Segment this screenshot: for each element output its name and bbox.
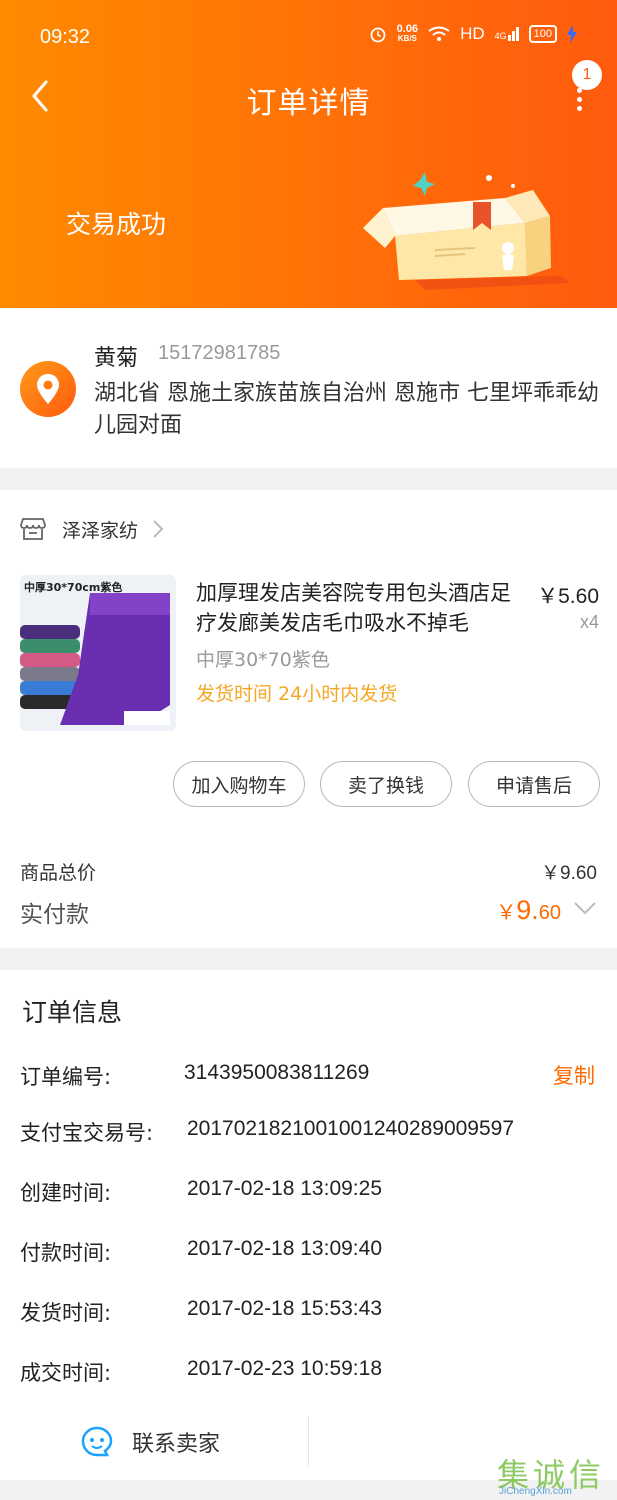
towel-image bbox=[20, 575, 176, 731]
contact-seller-button[interactable]: 联系卖家 bbox=[80, 1422, 220, 1462]
net-speed-value: 0.06 bbox=[396, 23, 419, 35]
package-box-illustration bbox=[363, 172, 570, 290]
order-number-label: 订单编号: bbox=[20, 1065, 112, 1089]
product-sku: 中厚30*70紫色 bbox=[196, 649, 330, 671]
receiver-phone: 15172981785 bbox=[158, 342, 281, 364]
completed-time-label: 成交时间: bbox=[20, 1361, 112, 1385]
charging-icon bbox=[567, 25, 577, 43]
chat-bubble-icon bbox=[81, 1426, 113, 1457]
shipped-time-label: 发货时间: bbox=[20, 1301, 112, 1325]
paid-amount-value[interactable]: ￥9.60 bbox=[496, 895, 561, 926]
created-time-value: 2017-02-18 13:09:25 bbox=[187, 1177, 382, 1200]
order-info-card bbox=[0, 970, 617, 1480]
chevron-right-icon bbox=[153, 520, 164, 538]
alipay-trade-no-label: 支付宝交易号: bbox=[20, 1121, 154, 1145]
more-menu-button[interactable] bbox=[569, 88, 589, 118]
wifi-icon bbox=[428, 26, 450, 41]
message-badge[interactable]: 1 bbox=[572, 60, 602, 90]
completed-time-value: 2017-02-23 10:59:18 bbox=[187, 1357, 382, 1380]
thumbnail-label: 中厚30*70cm紫色 bbox=[24, 581, 123, 594]
watermark-logo: 集诚信 JiChengXin.com bbox=[497, 1448, 617, 1500]
shipping-time: 发货时间 24小时内发货 bbox=[196, 683, 398, 705]
trade-status: 交易成功 bbox=[66, 210, 167, 239]
footer-divider bbox=[308, 1416, 309, 1466]
chevron-down-icon[interactable] bbox=[573, 900, 597, 916]
page-title: 订单详情 bbox=[246, 86, 371, 121]
paid-decimal: 60 bbox=[538, 902, 561, 924]
product-title[interactable]: 加厚理发店美容院专用包头酒店足疗发廊美发店毛巾吸水不掉毛 bbox=[196, 578, 516, 638]
order-header: 09:32 0.06 KB/S HD 4G 100 订单详情 1 交易成功 bbox=[0, 0, 617, 308]
battery-icon: 100 bbox=[528, 25, 557, 43]
watermark-sub: JiChengXin.com bbox=[499, 1486, 572, 1497]
receiver-name: 黄菊 bbox=[94, 346, 139, 371]
signal-label: 4G bbox=[494, 31, 507, 41]
status-icons: 0.06 KB/S HD 4G 100 bbox=[369, 24, 577, 44]
after-sale-button[interactable]: 申请售后 bbox=[468, 761, 600, 807]
product-price: ￥5.60 bbox=[537, 585, 599, 608]
receiver-address: 湖北省 恩施土家族苗族自治州 恩施市 七里坪乖乖幼儿园对面 bbox=[94, 381, 599, 438]
shop-link[interactable]: 泽泽家纺 bbox=[20, 512, 164, 546]
order-info-title: 订单信息 bbox=[22, 998, 123, 1027]
shop-name: 泽泽家纺 bbox=[62, 519, 139, 542]
net-speed: 0.06 KB/S bbox=[397, 24, 418, 44]
paid-currency: ￥ bbox=[496, 902, 517, 924]
goods-total-label: 商品总价 bbox=[20, 862, 97, 884]
goods-total-value: ￥9.60 bbox=[541, 863, 597, 884]
paid-time-value: 2017-02-18 13:09:40 bbox=[187, 1237, 382, 1260]
contact-seller-label: 联系卖家 bbox=[132, 1432, 221, 1457]
status-bar: 09:32 0.06 KB/S HD 4G 100 bbox=[0, 0, 617, 72]
add-to-cart-button[interactable]: 加入购物车 bbox=[173, 761, 305, 807]
shipped-time-value: 2017-02-18 15:53:43 bbox=[187, 1297, 382, 1320]
copy-button[interactable]: 复制 bbox=[553, 1060, 595, 1090]
paid-amount-label: 实付款 bbox=[20, 902, 89, 928]
product-thumbnail[interactable]: 中厚30*70cm紫色 bbox=[20, 575, 176, 731]
paid-time-label: 付款时间: bbox=[20, 1241, 112, 1265]
store-icon bbox=[20, 518, 46, 540]
location-pin-icon bbox=[20, 361, 76, 417]
created-time-label: 创建时间: bbox=[20, 1181, 112, 1205]
hd-label: HD bbox=[460, 24, 485, 43]
alipay-trade-no-value: 2017021821001001240289009597 bbox=[187, 1117, 515, 1140]
status-time: 09:32 bbox=[40, 26, 91, 48]
order-number-value: 3143950083811269 bbox=[184, 1061, 370, 1084]
signal-icon: 4G bbox=[495, 27, 519, 41]
resell-button[interactable]: 卖了换钱 bbox=[320, 761, 452, 807]
alarm-icon bbox=[370, 27, 386, 43]
paid-integer: 9. bbox=[516, 895, 539, 925]
product-quantity: x4 bbox=[579, 612, 599, 632]
net-speed-unit: KB/S bbox=[397, 34, 417, 43]
